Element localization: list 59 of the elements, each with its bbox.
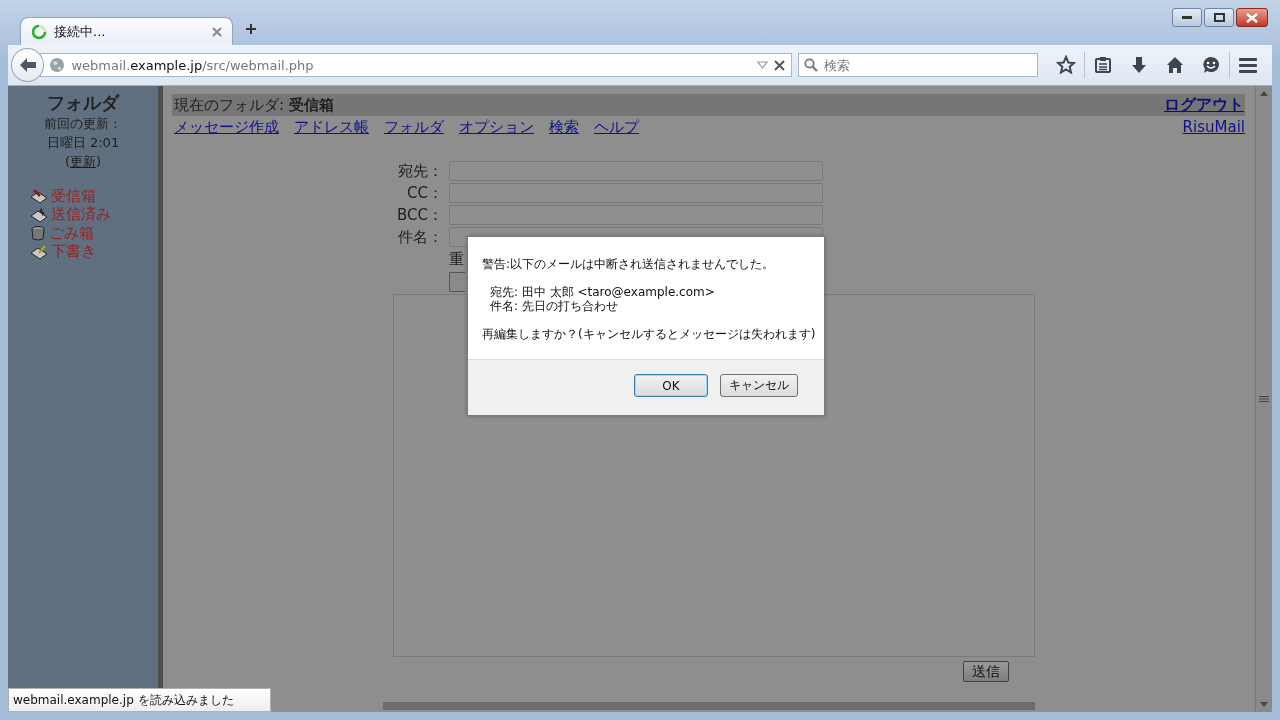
refresh-text: (更新) bbox=[64, 153, 102, 171]
dropdown-icon[interactable] bbox=[757, 61, 768, 69]
inbox-tray-icon bbox=[30, 188, 48, 205]
sidebar-title: フォルダ bbox=[47, 92, 119, 114]
field-label: BCC： bbox=[396, 205, 443, 225]
field-label: 件名： bbox=[397, 227, 443, 247]
message-detail: 宛先: 田中 太郎 <taro@example.com> bbox=[490, 285, 716, 299]
status-tooltip: webmail.example.jp を読み込みました bbox=[8, 688, 271, 712]
maximize-icon bbox=[1213, 13, 1225, 22]
brand-link[interactable]: RisuMail bbox=[1182, 118, 1245, 136]
pencil-tray-icon bbox=[30, 243, 48, 260]
message-detail: 件名: 先日の打ち合わせ bbox=[490, 299, 619, 313]
sent-tray-icon bbox=[30, 206, 48, 223]
bookmark-star-icon[interactable] bbox=[1056, 55, 1076, 75]
option-label: 重 bbox=[449, 249, 464, 269]
warning-message: 警告:以下のメールは中断され送信されませんでした。 bbox=[482, 257, 776, 271]
field-label: CC： bbox=[406, 183, 443, 203]
question-text: 再編集しますか？(キャンセルするとメッセージは失われます) bbox=[482, 327, 817, 341]
close-tab-icon[interactable] bbox=[212, 26, 222, 37]
browser-tab[interactable]: 接続中... bbox=[20, 17, 233, 45]
nav-link[interactable]: メッセージ作成 bbox=[174, 117, 279, 137]
current-folder-text: 現在のフォルダ: 受信箱 bbox=[174, 95, 334, 115]
search-field[interactable]: 検索 bbox=[798, 53, 1038, 77]
close-icon[interactable] bbox=[774, 59, 785, 71]
close-button[interactable] bbox=[1236, 8, 1268, 27]
nav-link[interactable]: オプション bbox=[459, 117, 534, 137]
logout-link[interactable]: ログアウト bbox=[1164, 94, 1244, 116]
minimize-button[interactable] bbox=[1172, 8, 1202, 27]
scroll-up-icon[interactable] bbox=[1260, 90, 1268, 96]
scroll-down-icon[interactable] bbox=[1260, 702, 1268, 708]
nav-link[interactable]: 検索 bbox=[549, 117, 579, 137]
cancel-button[interactable]: キャンセル bbox=[720, 374, 798, 397]
maximize-button[interactable] bbox=[1204, 8, 1234, 27]
back-arrow-icon bbox=[18, 57, 37, 73]
new-tab-icon[interactable] bbox=[245, 23, 257, 35]
last-update-time: 日曜日 2:01 bbox=[46, 134, 120, 152]
search-icon bbox=[804, 58, 818, 72]
refresh-link[interactable]: 更新 bbox=[70, 154, 96, 169]
home-icon[interactable] bbox=[1166, 56, 1184, 74]
back-button[interactable] bbox=[11, 48, 45, 82]
smiley-bubble-icon[interactable] bbox=[1202, 56, 1220, 74]
menu-icon[interactable] bbox=[1239, 57, 1257, 73]
clipboard-icon[interactable] bbox=[1094, 56, 1112, 74]
nav-link[interactable]: フォルダ bbox=[384, 117, 444, 137]
address-bar[interactable]: webmail.example.jp/src/webmail.php bbox=[40, 53, 792, 77]
close-icon bbox=[1246, 12, 1258, 23]
trash-can-icon bbox=[30, 225, 46, 242]
nav-link[interactable]: ヘルプ bbox=[594, 117, 639, 137]
send-button[interactable]: 送信 bbox=[963, 661, 1009, 682]
last-update-label: 前回の更新： bbox=[44, 115, 122, 133]
download-icon[interactable] bbox=[1130, 56, 1148, 74]
globe-icon bbox=[49, 57, 66, 73]
grip-icon[interactable] bbox=[1259, 396, 1269, 402]
url-text: webmail.example.jp/src/webmail.php bbox=[71, 57, 315, 73]
ok-button[interactable]: OK bbox=[634, 374, 708, 397]
scrollbar[interactable] bbox=[1255, 86, 1272, 712]
minimize-icon bbox=[1182, 15, 1192, 20]
field-label: 宛先： bbox=[397, 161, 443, 181]
nav-link[interactable]: アドレス帳 bbox=[294, 117, 369, 137]
